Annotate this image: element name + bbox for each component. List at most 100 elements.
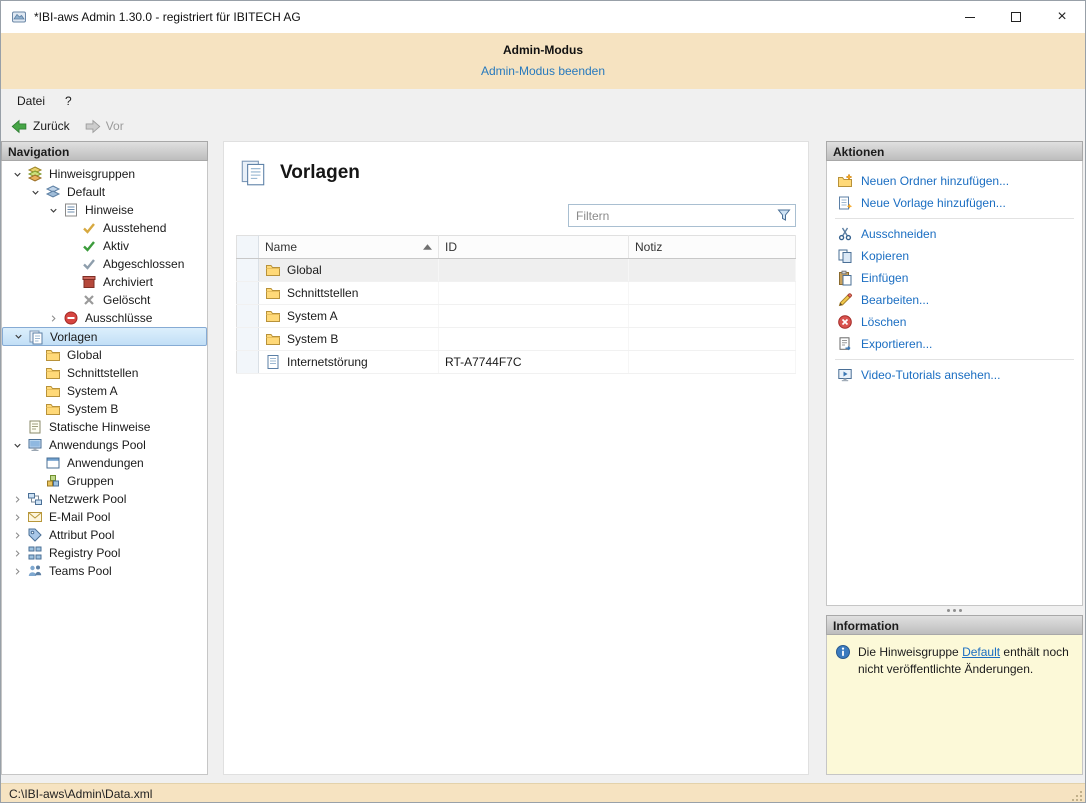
tree-item-label: Hinweisgruppen bbox=[46, 167, 138, 181]
chevron-right-icon[interactable] bbox=[10, 564, 24, 578]
action-label: Ausschneiden bbox=[861, 227, 936, 241]
column-header-notiz[interactable]: Notiz bbox=[629, 236, 796, 259]
tree-item-system-b[interactable]: System B bbox=[2, 400, 207, 418]
admin-mode-exit-link[interactable]: Admin-Modus beenden bbox=[481, 64, 605, 78]
tree-item-label: Archiviert bbox=[100, 275, 156, 289]
maximize-icon bbox=[1011, 12, 1021, 22]
chevron-right-icon[interactable] bbox=[46, 311, 60, 325]
paste-icon bbox=[837, 270, 853, 286]
folder-icon bbox=[45, 401, 61, 417]
chevron-down-icon[interactable] bbox=[46, 203, 60, 217]
chevron-down-icon[interactable] bbox=[10, 438, 24, 452]
action-exportieren[interactable]: Exportieren... bbox=[827, 333, 1082, 355]
row-selector bbox=[237, 305, 259, 328]
action-neuen-ordner-hinzuf-gen[interactable]: Neuen Ordner hinzufügen... bbox=[827, 170, 1082, 192]
action-video-tutorials-ansehen[interactable]: Video-Tutorials ansehen... bbox=[827, 364, 1082, 386]
tree-item-label: Gruppen bbox=[64, 474, 117, 488]
chevron-right-icon[interactable] bbox=[10, 510, 24, 524]
tree-item-archiviert[interactable]: Archiviert bbox=[2, 273, 207, 291]
tree-item-label: Registry Pool bbox=[46, 546, 123, 560]
tree-item-hinweise[interactable]: Hinweise bbox=[2, 201, 207, 219]
action-bearbeiten[interactable]: Bearbeiten... bbox=[827, 289, 1082, 311]
tree-item-registry-pool[interactable]: Registry Pool bbox=[2, 544, 207, 562]
tree-item-teams-pool[interactable]: Teams Pool bbox=[2, 562, 207, 580]
tree-item-ausstehend[interactable]: Ausstehend bbox=[2, 219, 207, 237]
filter-icon[interactable] bbox=[776, 207, 792, 223]
forward-button[interactable]: Vor bbox=[80, 116, 134, 137]
action-ausschneiden[interactable]: Ausschneiden bbox=[827, 223, 1082, 245]
filter-input[interactable] bbox=[568, 204, 796, 227]
navigation-tree: Hinweisgruppen Default Hinweise bbox=[1, 161, 208, 775]
cell-notiz bbox=[629, 259, 796, 282]
default-group-link[interactable]: Default bbox=[962, 645, 1000, 659]
minimize-button[interactable] bbox=[947, 1, 993, 33]
resize-grip-icon[interactable] bbox=[1071, 790, 1083, 802]
filter-box bbox=[568, 204, 796, 227]
table-row-global[interactable]: Global bbox=[237, 259, 796, 282]
tree-item-system-a[interactable]: System A bbox=[2, 382, 207, 400]
tree-item-gruppen[interactable]: Gruppen bbox=[2, 472, 207, 490]
cell-notiz bbox=[629, 305, 796, 328]
information-header: Information bbox=[826, 615, 1083, 635]
twisty-spacer bbox=[64, 239, 78, 253]
action-l-schen[interactable]: Löschen bbox=[827, 311, 1082, 333]
hint-group-icon bbox=[45, 184, 61, 200]
tree-item-netzwerk-pool[interactable]: Netzwerk Pool bbox=[2, 490, 207, 508]
tree-item-aktiv[interactable]: Aktiv bbox=[2, 237, 207, 255]
action-einf-gen[interactable]: Einfügen bbox=[827, 267, 1082, 289]
tree-item-anwendungs-pool[interactable]: Anwendungs Pool bbox=[2, 436, 207, 454]
email-pool-icon bbox=[27, 509, 43, 525]
folder-icon bbox=[265, 308, 281, 324]
action-label: Bearbeiten... bbox=[861, 293, 929, 307]
action-label: Exportieren... bbox=[861, 337, 932, 351]
tree-item-ausschl-sse[interactable]: Ausschlüsse bbox=[2, 309, 207, 327]
tree-item-label: Teams Pool bbox=[46, 564, 115, 578]
table-row-internetst-rung[interactable]: Internetstörung RT-A7744F7C bbox=[237, 351, 796, 374]
tree-item-anwendungen[interactable]: Anwendungen bbox=[2, 454, 207, 472]
menu-item[interactable]: Datei bbox=[7, 91, 55, 111]
arrow-back-icon bbox=[11, 118, 28, 135]
tree-item-label: Vorlagen bbox=[47, 330, 100, 344]
table-row-schnittstellen[interactable]: Schnittstellen bbox=[237, 282, 796, 305]
actions-separator bbox=[835, 359, 1074, 360]
table-row-system-a[interactable]: System A bbox=[237, 305, 796, 328]
tree-item-default[interactable]: Default bbox=[2, 183, 207, 201]
information-text: Die Hinweisgruppe Default enthält noch n… bbox=[858, 644, 1074, 678]
chevron-down-icon[interactable] bbox=[28, 185, 42, 199]
forward-label: Vor bbox=[106, 119, 124, 133]
column-header-name[interactable]: Name bbox=[259, 236, 439, 259]
network-pool-icon bbox=[27, 491, 43, 507]
maximize-button[interactable] bbox=[993, 1, 1039, 33]
close-button[interactable]: × bbox=[1039, 1, 1085, 33]
column-header-id[interactable]: ID bbox=[439, 236, 629, 259]
chevron-down-icon[interactable] bbox=[11, 330, 25, 344]
chevron-down-icon[interactable] bbox=[10, 167, 24, 181]
tree-item-statische-hinweise[interactable]: Statische Hinweise bbox=[2, 418, 207, 436]
tree-item-vorlagen[interactable]: Vorlagen bbox=[2, 327, 207, 346]
tree-item-schnittstellen[interactable]: Schnittstellen bbox=[2, 364, 207, 382]
tree-item-global[interactable]: Global bbox=[2, 346, 207, 364]
toolbar: Zurück Vor bbox=[1, 113, 1085, 139]
panel-splitter[interactable] bbox=[826, 606, 1083, 615]
action-kopieren[interactable]: Kopieren bbox=[827, 245, 1082, 267]
actions-list: Neuen Ordner hinzufügen... Neue Vorlage … bbox=[826, 161, 1083, 606]
app-icon bbox=[11, 9, 27, 25]
tree-item-gel-scht[interactable]: Gelöscht bbox=[2, 291, 207, 309]
tree-item-label: Gelöscht bbox=[100, 293, 153, 307]
tree-item-abgeschlossen[interactable]: Abgeschlossen bbox=[2, 255, 207, 273]
back-button[interactable]: Zurück bbox=[7, 116, 80, 137]
chevron-right-icon[interactable] bbox=[10, 528, 24, 542]
tree-item-hinweisgruppen[interactable]: Hinweisgruppen bbox=[2, 165, 207, 183]
table-row-system-b[interactable]: System B bbox=[237, 328, 796, 351]
tree-item-attribut-pool[interactable]: Attribut Pool bbox=[2, 526, 207, 544]
menu-item[interactable]: ? bbox=[55, 91, 82, 111]
app-window: *IBI-aws Admin 1.30.0 - registriert für … bbox=[0, 0, 1086, 803]
selector-column-header[interactable] bbox=[237, 236, 259, 259]
tree-item-e-mail-pool[interactable]: E-Mail Pool bbox=[2, 508, 207, 526]
table-header-row: Name ID Notiz bbox=[237, 236, 796, 259]
action-neue-vorlage-hinzuf-gen[interactable]: Neue Vorlage hinzufügen... bbox=[827, 192, 1082, 214]
chevron-right-icon[interactable] bbox=[10, 492, 24, 506]
right-pane: Aktionen Neuen Ordner hinzufügen... Neue… bbox=[826, 141, 1083, 775]
chevron-right-icon[interactable] bbox=[10, 546, 24, 560]
tree-item-label: Ausstehend bbox=[100, 221, 169, 235]
